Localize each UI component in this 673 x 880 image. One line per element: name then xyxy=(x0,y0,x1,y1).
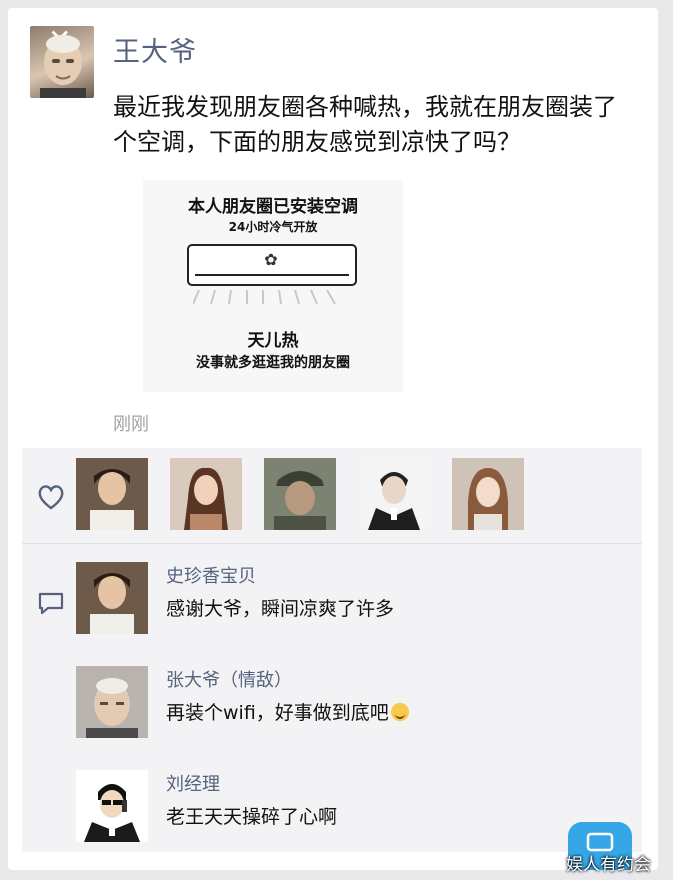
comment-text: 感谢大爷，瞬间凉爽了许多 xyxy=(166,598,395,620)
section-divider xyxy=(22,543,642,544)
image-line-1: 天儿热 xyxy=(247,331,299,351)
commenter-name[interactable]: 刘经理 xyxy=(166,770,220,796)
grin-emoji-icon xyxy=(390,703,409,721)
comment-item: 刘经理 老王天天操碎了心啊 xyxy=(76,770,636,850)
comment-item: 张大爷（情敌） 再装个wifi，好事做到底吧 xyxy=(76,666,636,746)
commenter-name[interactable]: 张大爷（情敌） xyxy=(166,666,292,692)
commenter-name[interactable]: 史珍香宝贝 xyxy=(166,562,256,588)
like-avatar[interactable] xyxy=(264,458,336,530)
comment-text: 再装个wifi，好事做到底吧 xyxy=(166,702,389,724)
post-timestamp: 刚刚 xyxy=(113,414,149,435)
commenter-avatar[interactable] xyxy=(76,562,148,634)
like-avatar[interactable] xyxy=(452,458,524,530)
like-avatar[interactable] xyxy=(76,458,148,530)
commenter-avatar[interactable] xyxy=(76,666,148,738)
heart-icon xyxy=(38,485,64,510)
face-illustration xyxy=(40,35,86,98)
interactions-panel: 史珍香宝贝 感谢大爷，瞬间凉爽了许多 张大爷（情敌） 再装个wifi，好事做到底… xyxy=(22,448,642,852)
post-image[interactable]: 本人朋友圈已安装空调 24小时冷气开放 ✿ 天儿热 没事就多逛逛我的朋友圈 xyxy=(143,180,403,392)
fan-icon: ✿ xyxy=(264,250,278,269)
air-conditioner-icon: ✿ xyxy=(187,244,357,286)
post-text: 最近我发现朋友圈各种喊热，我就在朋友圈装了个空调，下面的朋友感觉到凉快了吗？ xyxy=(113,93,617,156)
like-avatar[interactable] xyxy=(358,458,430,530)
author-avatar[interactable]: ✕ xyxy=(30,26,94,98)
ac-vent-line xyxy=(195,274,349,276)
like-avatar[interactable] xyxy=(170,458,242,530)
commenter-avatar[interactable] xyxy=(76,770,148,842)
image-line-2: 没事就多逛逛我的朋友圈 xyxy=(196,355,350,371)
comment-text: 老王天天操碎了心啊 xyxy=(166,806,338,828)
comment-item: 史珍香宝贝 感谢大爷，瞬间凉爽了许多 xyxy=(76,562,636,642)
comment-text-row: 再装个wifi，好事做到底吧 xyxy=(166,698,409,725)
comment-icon xyxy=(38,592,64,615)
post-author-name[interactable]: 王大爷 xyxy=(113,30,197,69)
image-subtitle: 24小时冷气开放 xyxy=(228,220,318,234)
breeze-icon xyxy=(193,289,336,305)
watermark: 娱人有约会 xyxy=(566,855,651,875)
image-title: 本人朋友圈已安装空调 xyxy=(188,197,358,217)
